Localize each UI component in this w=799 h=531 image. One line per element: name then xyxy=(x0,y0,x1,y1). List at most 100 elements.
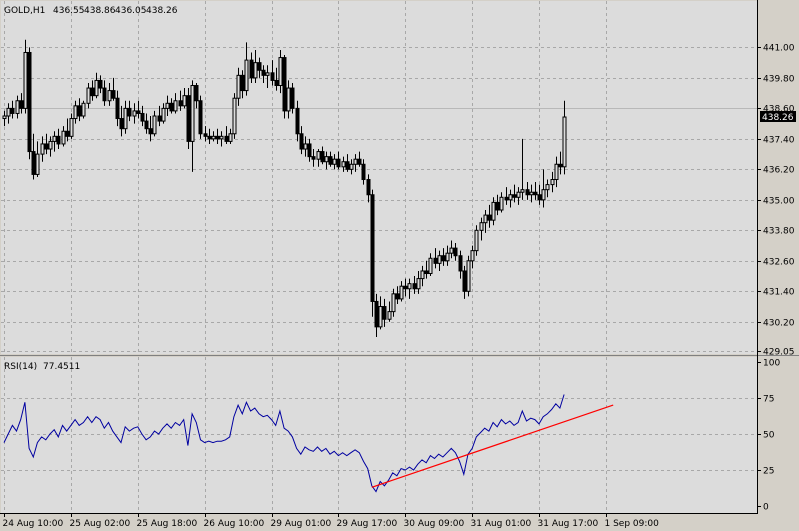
close-value: 438.26 xyxy=(146,6,178,16)
candle-body xyxy=(52,135,57,142)
candle-body xyxy=(186,95,191,142)
chart-canvas[interactable]: 441.00439.80438.60437.40436.20435.00433.… xyxy=(0,0,799,531)
candle-body xyxy=(140,112,145,122)
candle-body xyxy=(462,270,467,292)
candle-body xyxy=(282,57,287,112)
candle-body xyxy=(224,135,229,142)
time-tick-label: 1 Sep 09:00 xyxy=(605,519,660,529)
candle-body xyxy=(249,59,254,79)
candle-body xyxy=(525,189,530,196)
candle-body xyxy=(211,135,216,140)
candle-body xyxy=(428,257,433,275)
candle xyxy=(370,189,375,317)
candle-body xyxy=(520,189,525,193)
candle-body xyxy=(387,311,392,320)
time-tick-label: 25 Aug 02:00 xyxy=(70,519,131,529)
candle-body xyxy=(73,105,78,120)
rsi-tick-label: 25 xyxy=(763,467,774,477)
candle-body xyxy=(35,153,40,175)
candle-body xyxy=(219,135,224,140)
candle-body xyxy=(320,151,325,163)
candle-body xyxy=(290,87,295,109)
candle-body xyxy=(424,270,429,275)
candle-body xyxy=(44,143,49,150)
price-tick-label: 433.80 xyxy=(763,227,795,237)
candle-body xyxy=(458,255,463,272)
candle-body xyxy=(173,100,178,112)
candle-body xyxy=(433,257,438,264)
candle-body xyxy=(2,115,7,120)
candle-body xyxy=(437,255,442,264)
candle-body xyxy=(295,107,300,135)
candle-body xyxy=(132,110,137,117)
candle-body xyxy=(412,283,417,290)
time-tick-label: 24 Aug 10:00 xyxy=(3,519,64,529)
rsi-axis-ticks: 100 75 50 25 0 xyxy=(757,359,780,513)
candle-body xyxy=(487,214,492,221)
time-tick-label: 30 Aug 09:00 xyxy=(404,519,465,529)
candle-body xyxy=(107,90,112,102)
candle-body xyxy=(15,100,20,114)
candle-body xyxy=(207,135,212,140)
time-tick-label: 26 Aug 10:00 xyxy=(204,519,265,529)
candle-body xyxy=(316,151,321,160)
candle-body xyxy=(399,285,404,300)
candle-body xyxy=(182,95,187,107)
candle-body xyxy=(558,163,563,168)
price-tick-label: 430.20 xyxy=(763,319,795,329)
candle-body xyxy=(136,110,141,114)
candle-body xyxy=(157,115,162,122)
candle-body xyxy=(123,107,128,130)
candle-body xyxy=(441,255,446,262)
candle-body xyxy=(169,102,174,112)
candle-body xyxy=(332,158,337,165)
time-axis-ticks: 24 Aug 10:00 25 Aug 02:00 25 Aug 18:00 26 A… xyxy=(3,513,660,529)
candle-body xyxy=(144,120,149,130)
time-tick-label: 31 Aug 17:00 xyxy=(538,519,599,529)
candle xyxy=(282,55,287,119)
candle-body xyxy=(307,143,312,158)
candle-body xyxy=(115,97,120,120)
candle-body xyxy=(403,285,408,290)
price-panel[interactable] xyxy=(1,1,757,354)
low-value: 436.05 xyxy=(115,6,147,16)
candle-body xyxy=(161,107,166,122)
candle-body xyxy=(119,118,124,130)
candle-body xyxy=(407,283,412,290)
candle xyxy=(232,93,237,139)
candle-body xyxy=(353,158,358,165)
candle-body xyxy=(370,194,375,302)
candle-body xyxy=(10,107,15,114)
symbol-label: GOLD,H1 xyxy=(4,6,45,16)
candle-body xyxy=(374,300,379,328)
candle-body xyxy=(537,194,542,201)
candle-body xyxy=(81,102,86,117)
candle xyxy=(466,255,471,297)
price-tick-label: 436.20 xyxy=(763,166,795,176)
chart-window: 441.00 439.80 438.60 437.40 436.20 435.00 433.… xyxy=(0,0,799,531)
candle-body xyxy=(236,74,241,99)
candle-body xyxy=(98,79,103,89)
candle-body xyxy=(416,278,421,290)
candle-body xyxy=(378,306,383,328)
candle-body xyxy=(190,85,195,142)
candle-body xyxy=(165,102,170,109)
candle-body xyxy=(453,247,458,257)
time-tick-label: 31 Aug 01:00 xyxy=(471,519,532,529)
candle xyxy=(81,100,86,119)
candle-body xyxy=(533,191,538,196)
rsi-tick-label: 0 xyxy=(763,503,769,513)
candle-body xyxy=(336,158,341,168)
candle-body xyxy=(253,62,258,79)
candle-body xyxy=(274,79,279,87)
candle-body xyxy=(265,72,270,76)
time-tick-label: 29 Aug 01:00 xyxy=(271,519,332,529)
open-value: 436.55 xyxy=(53,6,85,16)
candle-body xyxy=(361,163,366,181)
candle-body xyxy=(508,194,513,201)
price-tick-label: 429.05 xyxy=(763,348,795,358)
candle-body xyxy=(203,133,208,137)
candle-body xyxy=(550,179,555,186)
candle-body xyxy=(244,59,249,92)
candle-body xyxy=(102,87,107,102)
